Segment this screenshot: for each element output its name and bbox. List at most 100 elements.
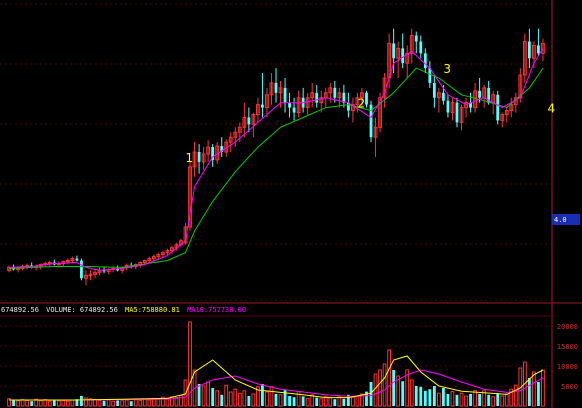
- volume-bar-up: [337, 396, 342, 407]
- candle-body-down: [315, 92, 319, 103]
- volume-bar-up: [436, 392, 441, 407]
- candle-body-down: [478, 90, 482, 98]
- volume-bar-up: [65, 400, 70, 407]
- candle-body-up: [47, 262, 52, 265]
- volume-bar-up: [224, 384, 229, 407]
- volume-bar-up: [513, 384, 518, 407]
- candle-body-up: [88, 273, 93, 276]
- volume-bar-up: [43, 399, 48, 407]
- volume-bar-up: [351, 396, 355, 407]
- candle-body-down: [75, 258, 79, 261]
- volume-bar-down: [197, 384, 201, 406]
- volume-bar-up: [16, 400, 21, 407]
- candle-body-down: [401, 48, 405, 64]
- current-price-tag: 4.0: [552, 214, 580, 225]
- volume-bar-down: [274, 394, 278, 406]
- volume-bar-down: [432, 386, 436, 406]
- wave-label: 3: [443, 62, 451, 76]
- volume-bar-down: [102, 400, 106, 406]
- candle-body-down: [197, 152, 201, 162]
- candle-body-down: [432, 82, 436, 98]
- volume-bar-up: [382, 363, 387, 407]
- volume-bar-up: [355, 395, 360, 407]
- volume-bar-down: [342, 398, 346, 406]
- volume-label: VOLUME: [46, 306, 72, 314]
- volume-bar-up: [70, 399, 75, 407]
- volume-bar-up: [56, 400, 61, 407]
- price-tag-text: 4.0: [554, 216, 567, 224]
- candle-body-down: [80, 260, 83, 279]
- volume-bar-down: [30, 401, 34, 406]
- volume-bar-up: [138, 399, 143, 407]
- candle-body-down: [261, 104, 264, 108]
- volume-bar-up: [201, 385, 206, 407]
- volume-bar-up: [265, 391, 269, 407]
- volume-bar-down: [487, 394, 491, 406]
- volume-bar-up: [237, 392, 242, 407]
- candle-body-down: [537, 45, 540, 54]
- volume-bar-up: [319, 398, 324, 407]
- volume-bar-up: [269, 386, 274, 407]
- candle-body-down: [423, 53, 427, 69]
- volume-bar-up: [47, 400, 52, 407]
- volume-bar-up: [174, 397, 179, 407]
- volume-bar-up: [464, 395, 468, 407]
- volume-bar-up: [38, 400, 43, 407]
- volume-bar-up: [93, 399, 97, 407]
- volume-bar-up: [500, 395, 505, 407]
- volume-axis: 20000 15000 10000 5000: [557, 323, 578, 391]
- volume-bar-up: [215, 390, 220, 407]
- volume-bar-up: [61, 399, 66, 407]
- volume-bar-up: [233, 388, 238, 407]
- volume-bar-down: [496, 393, 500, 406]
- volume-bar-up: [133, 399, 138, 407]
- volume-bar-up: [373, 373, 378, 407]
- volume-bar-up: [531, 371, 536, 407]
- volume-bar-down: [423, 390, 427, 406]
- volume-bar-up: [328, 396, 333, 407]
- volume-bar-down: [537, 382, 540, 406]
- ma5-value: 758880.81: [141, 306, 180, 314]
- volume-bar-down: [247, 396, 251, 406]
- volume-bar-down: [414, 386, 418, 406]
- volume-bar-down: [301, 396, 305, 406]
- volume-bar-up: [450, 391, 455, 407]
- candle-body-down: [446, 100, 450, 113]
- volume-bar-up: [473, 390, 477, 407]
- candle-body-down: [527, 41, 531, 59]
- candle-body-down: [292, 107, 296, 113]
- ma5-label: MA5:: [125, 306, 142, 314]
- volume-bar-up: [124, 399, 129, 407]
- volume-bar-up: [111, 400, 116, 407]
- wave-label: 1: [186, 151, 194, 165]
- candle-body-down: [392, 43, 396, 59]
- volume-bar-down: [116, 400, 120, 406]
- volume-bar-up: [378, 369, 382, 407]
- volume-tick-label: 5000: [561, 383, 578, 391]
- volume-bar-up: [20, 399, 25, 407]
- volume-bar-up: [504, 393, 509, 407]
- volume-bar-up: [278, 394, 283, 407]
- volume-value: 674892.56: [79, 306, 118, 314]
- volume-bar-down: [261, 384, 264, 406]
- wave-label: 4: [547, 102, 555, 116]
- volume-bar-down: [315, 397, 319, 406]
- volume-bar-up: [84, 397, 88, 407]
- candle-body-up: [65, 260, 70, 263]
- volume-bar-up: [409, 379, 414, 407]
- volume-bar-up: [251, 393, 256, 407]
- volume-bar-up: [25, 399, 30, 407]
- volume-bar-down: [288, 396, 291, 406]
- volume-tick-label: 20000: [557, 323, 578, 331]
- volume-bar-down: [211, 388, 215, 406]
- candle-body-down: [414, 35, 418, 42]
- candle-body-down: [283, 87, 287, 103]
- volume-bar-down: [52, 400, 56, 406]
- indicator-left-value: 674892.56: [1, 306, 39, 314]
- volume-bar-up: [228, 391, 233, 407]
- volume-bar-down: [401, 381, 405, 406]
- volume-bar-down: [428, 389, 432, 406]
- volume-bar-down: [442, 388, 445, 406]
- volume-bar-up: [387, 349, 392, 407]
- stock-chart: 1 2 3 4 4.0 20000 15000 10000 5000: [0, 0, 582, 408]
